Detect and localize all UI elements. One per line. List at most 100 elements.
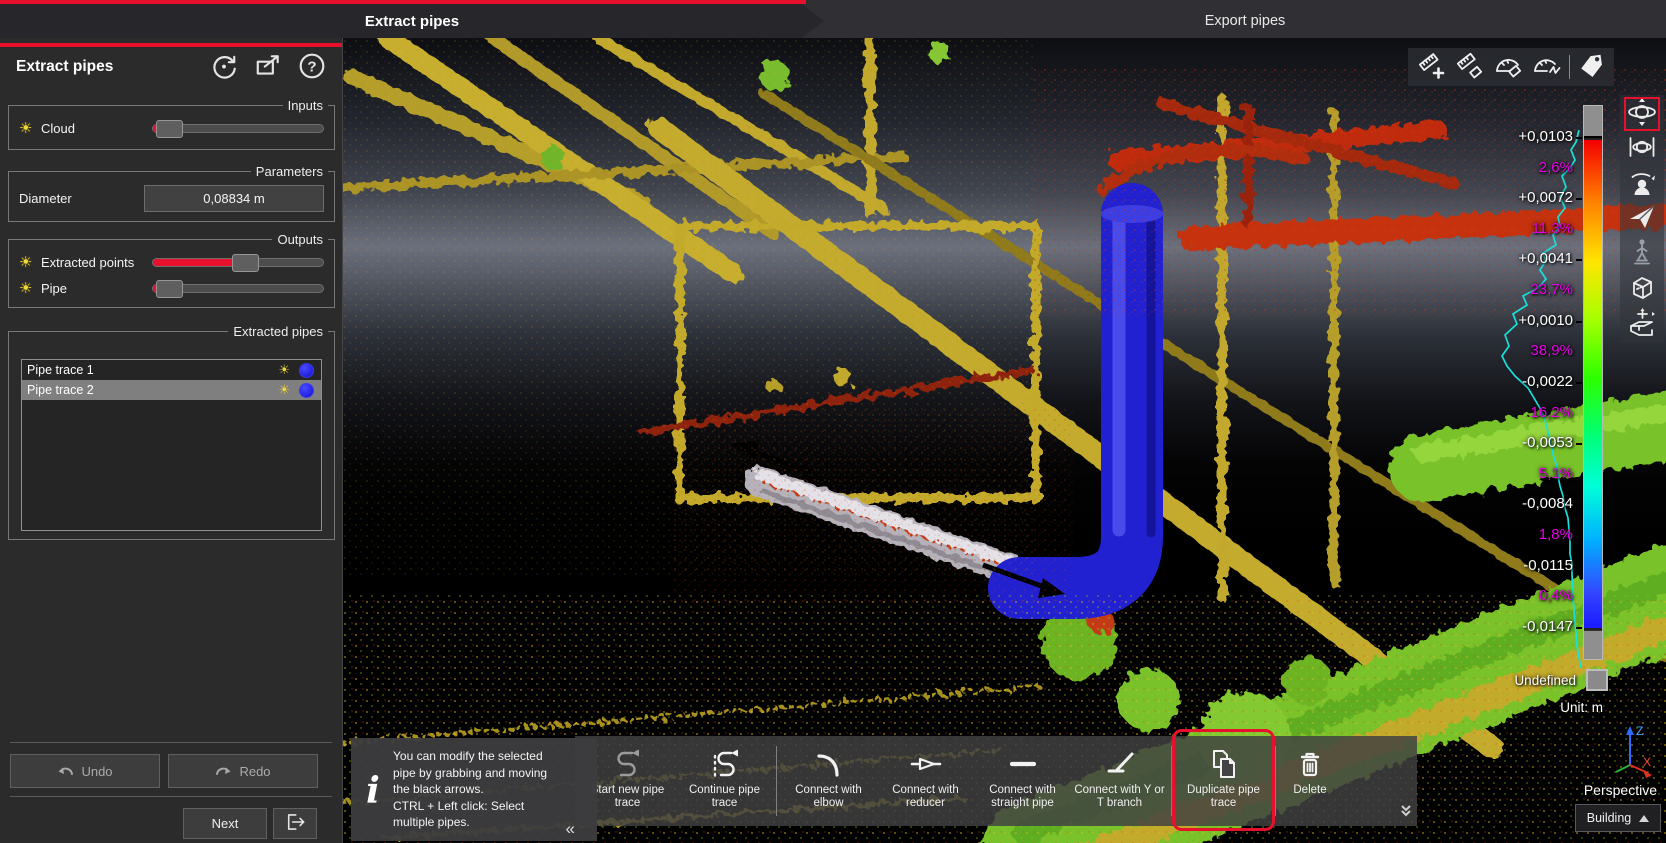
divider bbox=[10, 742, 332, 743]
panel-title: Extract pipes bbox=[16, 58, 113, 76]
visibility-bulb-icon[interactable]: ☀ bbox=[19, 279, 41, 297]
measure-toolbar bbox=[1408, 48, 1614, 86]
z-axis-label: Z bbox=[1636, 724, 1643, 738]
viewport-3d[interactable]: +0,0103 2,6% +0,0072 11,3% +0,0041 23,7%… bbox=[343, 38, 1666, 843]
extracted-pipes-group: Extracted pipes Pipe trace 1 ☀ Pipe trac… bbox=[8, 324, 335, 540]
connect-with-elbow-button[interactable]: Connect with elbow bbox=[780, 740, 877, 822]
next-button[interactable]: Next bbox=[183, 808, 267, 839]
extracted-pipes-list[interactable]: Pipe trace 1 ☀ Pipe trace 2 ☀ bbox=[21, 359, 322, 531]
point-cloud-scene[interactable] bbox=[343, 38, 1666, 843]
connect-y-t-branch-icon bbox=[1102, 744, 1138, 784]
visibility-bulb-icon[interactable]: ☀ bbox=[19, 253, 41, 271]
orbit-icon bbox=[1627, 97, 1657, 132]
exit-step-button[interactable] bbox=[273, 808, 317, 839]
extracted-pipes-legend: Extracted pipes bbox=[228, 324, 328, 339]
add-label-button[interactable] bbox=[1575, 51, 1609, 83]
undo-label: Undo bbox=[81, 764, 112, 779]
axis-gizmo: Z X bbox=[1605, 721, 1657, 779]
delete-angle-measurement-button[interactable] bbox=[1491, 51, 1525, 83]
button-label: Continue pipe trace bbox=[676, 784, 773, 810]
hint-collapse-button[interactable]: « bbox=[566, 819, 575, 839]
undo-button[interactable]: Undo bbox=[10, 754, 160, 788]
reset-icon bbox=[210, 52, 238, 85]
undefined-color-swatch bbox=[1586, 669, 1608, 691]
redo-button[interactable]: Redo bbox=[168, 754, 318, 788]
add-length-measurement-button[interactable] bbox=[1413, 51, 1447, 83]
help-icon: ? bbox=[298, 52, 326, 85]
inputs-legend: Inputs bbox=[283, 98, 328, 113]
turn-around-mode-button[interactable] bbox=[1625, 168, 1659, 200]
slider-thumb[interactable] bbox=[156, 120, 183, 138]
walk-mode-button[interactable] bbox=[1625, 238, 1659, 270]
delete-button[interactable]: Delete bbox=[1279, 740, 1341, 822]
view-cube-button[interactable] bbox=[1625, 273, 1659, 305]
parameters-legend: Parameters bbox=[251, 164, 328, 179]
connect-with-reducer-button[interactable]: Connect with reducer bbox=[877, 740, 974, 822]
orbit-constrained-mode-button[interactable] bbox=[1625, 133, 1659, 165]
ruler-add-icon bbox=[1415, 50, 1445, 85]
chevron-double-down-icon bbox=[1398, 806, 1414, 823]
continue-pipe-trace-button[interactable]: Continue pipe trace bbox=[676, 740, 773, 822]
outputs-group: Outputs ☀ Extracted points ☀ Pipe bbox=[8, 232, 335, 308]
paper-plane-icon bbox=[1627, 202, 1657, 237]
connect-with-y-t-branch-button[interactable]: Connect with Y or T branch bbox=[1071, 740, 1168, 822]
connect-reducer-icon bbox=[908, 744, 944, 784]
connect-with-straight-pipe-button[interactable]: Connect with straight pipe bbox=[974, 740, 1071, 822]
hint-line: You can modify the selected bbox=[393, 748, 591, 765]
view-preset-label: Building bbox=[1587, 811, 1631, 825]
panel-header: Extract pipes ? bbox=[0, 52, 342, 86]
extract-pipes-panel: Extract pipes ? bbox=[0, 38, 343, 843]
slider-thumb[interactable] bbox=[156, 280, 183, 298]
tab-export-pipes-label: Export pipes bbox=[1205, 13, 1286, 29]
slider-thumb[interactable] bbox=[232, 254, 259, 272]
pipe-edit-toolbar: Start new pipe trace Continue pipe trace… bbox=[575, 736, 1417, 826]
pipe-label: Pipe bbox=[41, 281, 67, 296]
orbit-constrained-icon bbox=[1627, 132, 1657, 167]
exit-arrow-icon bbox=[284, 811, 306, 836]
application-window: Extract pipes Export pipes Extract pipes bbox=[0, 0, 1666, 843]
toolbar-separator bbox=[776, 746, 777, 816]
add-angle-measurement-button[interactable] bbox=[1530, 51, 1564, 83]
extracted-points-slider[interactable] bbox=[152, 258, 324, 267]
clipping-box-icon bbox=[1627, 307, 1657, 342]
help-button[interactable]: ? bbox=[296, 52, 328, 84]
orbit-mode-button[interactable] bbox=[1625, 98, 1659, 130]
button-label: Connect with elbow bbox=[780, 784, 877, 810]
toolbar-collapse-button[interactable] bbox=[1398, 803, 1414, 824]
tab-export-pipes[interactable]: Export pipes bbox=[824, 4, 1666, 38]
tag-icon bbox=[1577, 50, 1607, 85]
visibility-bulb-icon[interactable]: ☀ bbox=[19, 119, 41, 137]
cloud-opacity-slider[interactable] bbox=[152, 124, 324, 133]
connect-straight-pipe-icon bbox=[1005, 744, 1041, 784]
duplicate-pipe-trace-icon bbox=[1206, 744, 1242, 784]
diameter-field[interactable] bbox=[144, 185, 324, 212]
visibility-bulb-icon[interactable]: ☀ bbox=[278, 362, 290, 378]
view-preset-dropdown[interactable]: Building bbox=[1575, 804, 1661, 832]
continue-pipe-trace-icon bbox=[707, 744, 743, 784]
toolbar-separator bbox=[1569, 55, 1570, 79]
ruler-eraser-icon bbox=[1454, 50, 1484, 85]
wizard-progress-line bbox=[0, 0, 806, 4]
pipe-color-swatch[interactable] bbox=[299, 363, 314, 378]
visibility-bulb-icon[interactable]: ☀ bbox=[278, 382, 290, 398]
reset-button[interactable] bbox=[208, 52, 240, 84]
panel-accent-line bbox=[0, 43, 342, 47]
list-item-pipe-trace-1[interactable]: Pipe trace 1 ☀ bbox=[22, 360, 321, 380]
clipping-box-button[interactable] bbox=[1625, 308, 1659, 340]
pipe-color-swatch[interactable] bbox=[299, 383, 314, 398]
button-label: Connect with straight pipe bbox=[974, 784, 1071, 810]
toolbar-separator bbox=[1171, 746, 1172, 816]
pop-out-button[interactable] bbox=[252, 52, 284, 84]
pipe-opacity-slider[interactable] bbox=[152, 284, 324, 293]
inputs-group: Inputs ☀ Cloud bbox=[8, 98, 335, 150]
list-item-pipe-trace-2[interactable]: Pipe trace 2 ☀ bbox=[22, 380, 321, 400]
fly-mode-button[interactable] bbox=[1625, 203, 1659, 235]
tab-extract-pipes[interactable]: Extract pipes bbox=[0, 4, 824, 38]
delete-length-measurement-button[interactable] bbox=[1452, 51, 1486, 83]
wizard-step-bar: Extract pipes Export pipes bbox=[0, 0, 1666, 38]
tab-extract-pipes-label: Extract pipes bbox=[365, 13, 459, 30]
duplicate-pipe-trace-button[interactable]: Duplicate pipe trace bbox=[1175, 740, 1272, 822]
info-icon: i bbox=[359, 746, 387, 835]
cloud-label: Cloud bbox=[41, 121, 75, 136]
button-label: Duplicate pipe trace bbox=[1175, 784, 1272, 810]
